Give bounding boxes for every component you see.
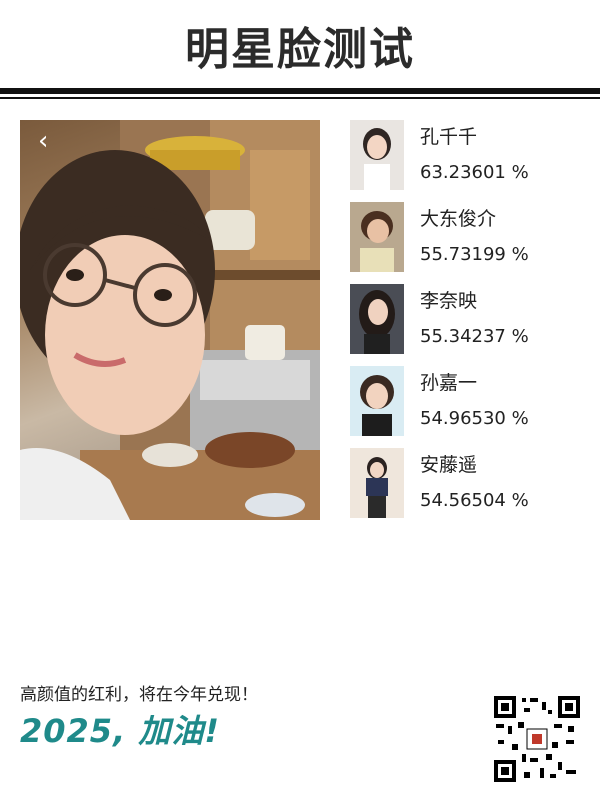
celebrity-thumbnail	[350, 120, 404, 190]
celebrity-thumbnail	[350, 366, 404, 436]
celebrity-name: 安藤遥	[420, 454, 478, 476]
result-item[interactable]: 安藤遥 54.56504 %	[350, 448, 580, 520]
user-photo: ‹	[20, 120, 320, 520]
similarity-score: 55.73199 %	[420, 244, 529, 265]
similarity-score: 54.96530 %	[420, 408, 529, 429]
page-title: 明星脸测试	[185, 24, 415, 75]
qr-code	[494, 696, 580, 782]
result-item[interactable]: 大东俊介 55.73199 %	[350, 202, 580, 274]
celebrity-name: 大东俊介	[420, 208, 497, 230]
back-icon[interactable]: ‹	[38, 126, 48, 156]
similarity-score: 55.34237 %	[420, 326, 529, 347]
header-divider-thick	[0, 88, 600, 94]
header-divider-thin	[0, 97, 600, 99]
result-item[interactable]: 孔千千 63.23601 %	[350, 120, 580, 192]
celebrity-name: 孔千千	[420, 126, 478, 148]
result-item[interactable]: 孙嘉一 54.96530 %	[350, 366, 580, 438]
celebrity-thumbnail	[350, 448, 404, 518]
similarity-score: 54.56504 %	[420, 490, 529, 511]
celebrity-thumbnail	[350, 202, 404, 272]
result-item[interactable]: 李奈映 55.34237 %	[350, 284, 580, 356]
similarity-score: 63.23601 %	[420, 162, 529, 183]
celebrity-name: 孙嘉一	[420, 372, 478, 394]
footer-slogan: 2025, 加油!	[20, 712, 220, 750]
celebrity-thumbnail	[350, 284, 404, 354]
celebrity-name: 李奈映	[420, 290, 478, 312]
footer-tagline: 高颜值的红利，将在今年兑现！	[20, 685, 258, 705]
user-photo-illustration	[20, 120, 320, 520]
